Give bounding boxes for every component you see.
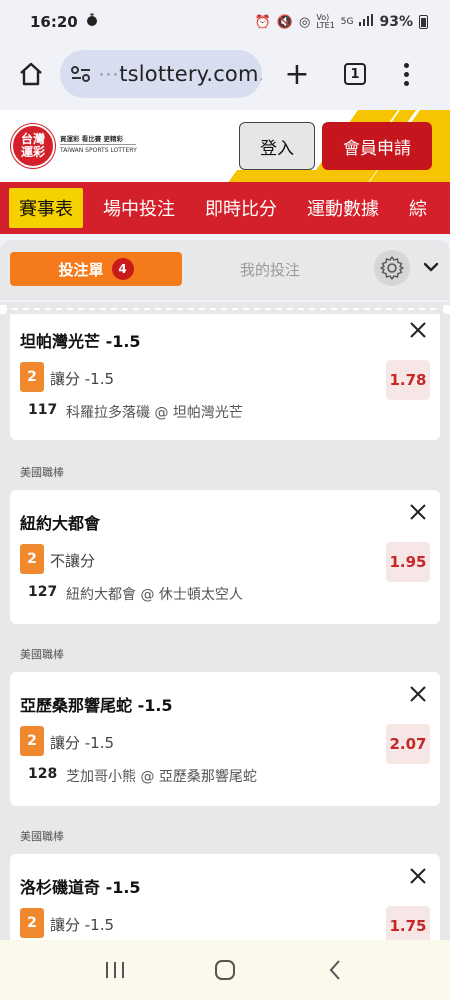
- bet-number-badge: 2: [20, 726, 44, 756]
- remove-bet-button[interactable]: [408, 684, 428, 704]
- header-stripe: [222, 170, 378, 182]
- url-domain: tslottery.com.tw: [119, 62, 262, 86]
- bet-card: 紐約大都會 2 不讓分 1.95 127 紐約大都會 @ 休士頓太空人: [10, 490, 440, 624]
- status-bar: 16:20 ⏰ 🔇 ◎ Vo) LTE1 5G 93%: [0, 0, 450, 44]
- nav-item-more[interactable]: 綜: [397, 195, 439, 221]
- stopwatch-icon: [86, 13, 98, 31]
- bet-number-badge: 2: [20, 362, 44, 392]
- main-nav: 賽事表 場中投注 即時比分 運動數據 綜: [0, 182, 450, 234]
- bet-selection-title: 亞歷桑那響尾蛇 -1.5: [20, 696, 173, 715]
- url-prefix-faded: ⋯: [98, 62, 120, 86]
- match-description: 芝加哥小熊 @ 亞歷桑那響尾蛇: [66, 769, 257, 785]
- plus-icon: +: [284, 56, 310, 92]
- tab-switcher-button[interactable]: 1: [344, 63, 366, 85]
- odds-button[interactable]: 1.75: [386, 906, 430, 940]
- bet-type: 讓分 -1.5: [50, 370, 115, 388]
- bet-type: 讓分 -1.5: [50, 734, 115, 752]
- odds-button[interactable]: 1.95: [386, 542, 430, 582]
- address-bar[interactable]: ⋯tslottery.com.tw: [60, 50, 262, 98]
- nav-item-live-scores[interactable]: 即時比分: [193, 195, 289, 221]
- match-description: 紐約大都會 @ 休士頓太空人: [66, 587, 243, 603]
- league-label: 美國職棒: [20, 466, 64, 479]
- back-chevron-icon: [329, 960, 340, 980]
- odds-button[interactable]: 2.07: [386, 724, 430, 764]
- home-nav-button[interactable]: [210, 955, 240, 985]
- site-settings-icon[interactable]: [70, 62, 92, 86]
- match-number: 128: [28, 766, 58, 782]
- browser-toolbar: ⋯tslottery.com.tw + 1: [0, 44, 450, 104]
- battery-percent: 93%: [379, 14, 413, 30]
- recent-apps-button[interactable]: [100, 955, 130, 985]
- nav-item-schedule[interactable]: 賽事表: [9, 188, 83, 228]
- login-button[interactable]: 登入: [239, 122, 315, 170]
- bet-number-badge: 2: [20, 908, 44, 938]
- alarm-icon: ⏰: [254, 14, 271, 30]
- chevron-down-icon: [423, 262, 439, 272]
- system-navigation-bar: [0, 940, 450, 1000]
- bet-card: 亞歷桑那響尾蛇 -1.5 2 讓分 -1.5 2.07 128 芝加哥小熊 @ …: [10, 672, 440, 806]
- signal-icon: [359, 14, 374, 30]
- bet-type: 讓分 -1.5: [50, 916, 115, 934]
- status-time: 16:20: [30, 13, 78, 31]
- bet-list: 坦帕灣光芒 -1.5 2 讓分 -1.5 1.78 117 科羅拉多落磯 @ 坦…: [0, 314, 450, 940]
- bet-type: 不讓分: [50, 552, 96, 570]
- recent-apps-icon: [106, 962, 124, 978]
- logo-line2: 運彩: [20, 145, 45, 159]
- bet-card: 洛杉磯道奇 -1.5 2 讓分 -1.5 1.75: [10, 854, 440, 940]
- close-icon: [410, 504, 426, 520]
- settings-button[interactable]: [374, 250, 410, 286]
- register-button[interactable]: 會員申請: [322, 122, 432, 170]
- bet-count-badge: 4: [111, 258, 134, 280]
- logo-divider: [60, 144, 136, 145]
- battery-icon: [419, 15, 428, 29]
- nav-item-sports-data[interactable]: 運動數據: [295, 195, 391, 221]
- network-5g-label: 5G: [340, 17, 354, 27]
- sports-lottery-logo[interactable]: 台灣 運彩: [11, 124, 55, 168]
- hotspot-icon: ◎: [299, 14, 311, 30]
- logo-tagline-en: TAIWAN SPORTS LOTTERY: [60, 147, 137, 154]
- remove-bet-button[interactable]: [408, 502, 428, 522]
- browser-menu-button[interactable]: [404, 62, 409, 86]
- home-circle-icon: [215, 960, 235, 980]
- match-number: 127: [28, 584, 58, 600]
- match-description: 科羅拉多落磯 @ 坦帕灣光芒: [66, 405, 243, 421]
- gear-icon: [380, 256, 404, 280]
- league-label: 美國職棒: [20, 648, 64, 661]
- close-icon: [410, 868, 426, 884]
- home-icon: [20, 62, 42, 86]
- logo-tagline-cn: 買運彩 看比賽 更精彩: [60, 135, 124, 143]
- bet-number-badge: 2: [20, 544, 44, 574]
- bet-card: 坦帕灣光芒 -1.5 2 讓分 -1.5 1.78 117 科羅拉多落磯 @ 坦…: [10, 314, 440, 440]
- league-label: 美國職棒: [20, 830, 64, 843]
- back-button[interactable]: [320, 955, 350, 985]
- dashed-divider: [0, 302, 450, 316]
- home-button[interactable]: [16, 59, 46, 89]
- remove-bet-button[interactable]: [408, 866, 428, 886]
- bet-selection-title: 紐約大都會: [20, 514, 101, 533]
- collapse-button[interactable]: [420, 256, 442, 278]
- tab-bet-slip-label: 投注單: [58, 260, 104, 279]
- close-icon: [410, 322, 426, 338]
- bet-slip-header: 投注單 4 我的投注: [0, 240, 450, 300]
- site-header: 台灣 運彩 買運彩 看比賽 更精彩 TAIWAN SPORTS LOTTERY …: [0, 110, 450, 182]
- odds-button[interactable]: 1.78: [386, 360, 430, 400]
- tab-bet-slip[interactable]: 投注單 4: [10, 252, 182, 286]
- close-icon: [410, 686, 426, 702]
- new-tab-button[interactable]: +: [282, 57, 312, 92]
- tab-my-bets[interactable]: 我的投注: [200, 252, 340, 286]
- mute-icon: 🔇: [276, 14, 294, 30]
- nav-item-live-betting[interactable]: 場中投注: [91, 195, 187, 221]
- match-number: 117: [28, 402, 58, 418]
- bet-selection-title: 洛杉磯道奇 -1.5: [20, 878, 141, 897]
- remove-bet-button[interactable]: [408, 320, 428, 340]
- bet-selection-title: 坦帕灣光芒 -1.5: [20, 332, 141, 351]
- volte-icon: Vo) LTE1: [316, 13, 335, 30]
